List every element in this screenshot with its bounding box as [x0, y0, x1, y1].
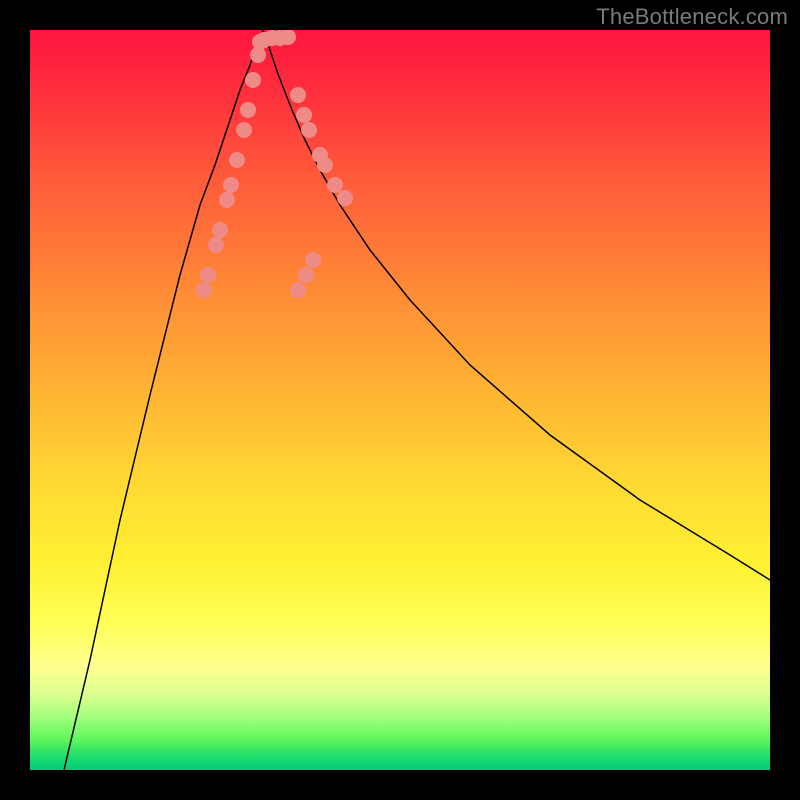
marker-point — [290, 87, 306, 103]
marker-point — [208, 237, 224, 253]
marker-point — [229, 152, 245, 168]
marker-point — [337, 190, 353, 206]
marker-group — [196, 30, 353, 298]
marker-point — [298, 267, 314, 283]
plot-area — [30, 30, 770, 770]
watermark-text: TheBottleneck.com — [596, 4, 788, 30]
marker-point — [245, 72, 261, 88]
marker-point — [200, 267, 216, 283]
left-branch-curve — [64, 30, 263, 770]
marker-point — [240, 102, 256, 118]
marker-point — [301, 122, 317, 138]
marker-point — [223, 177, 239, 193]
marker-point — [212, 222, 228, 238]
marker-point — [219, 192, 235, 208]
marker-point — [327, 177, 343, 193]
marker-point — [317, 157, 333, 173]
chart-frame: TheBottleneck.com — [0, 0, 800, 800]
marker-point — [196, 282, 212, 298]
curve-layer — [30, 30, 770, 770]
marker-point — [236, 122, 252, 138]
right-branch-curve — [263, 30, 770, 580]
marker-point — [305, 252, 321, 268]
marker-point — [296, 107, 312, 123]
marker-point — [290, 282, 306, 298]
